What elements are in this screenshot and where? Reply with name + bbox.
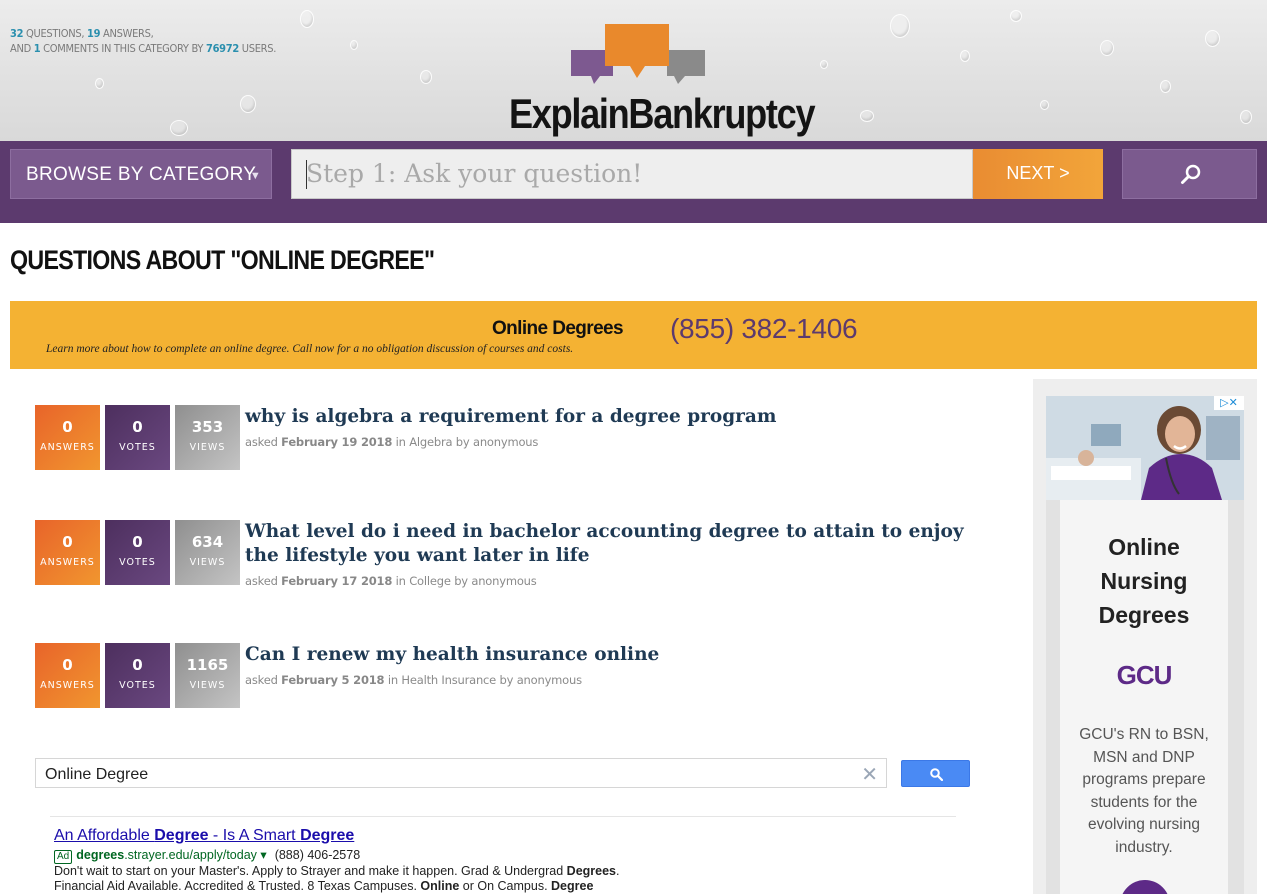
raindrop	[300, 10, 314, 28]
banner-title: Online Degrees	[492, 318, 624, 339]
search-button[interactable]	[1122, 149, 1257, 199]
text-ad: An Affordable Degree - Is A Smart Degree…	[54, 827, 954, 894]
adchoices-icon[interactable]: ▷✕	[1214, 396, 1244, 410]
caret-down-icon: ▼	[249, 170, 261, 182]
raindrop	[95, 78, 104, 89]
question-title-link[interactable]: why is algebra a requirement for a degre…	[245, 405, 985, 429]
ask-question-placeholder: Step 1: Ask your question!	[306, 159, 643, 188]
question-meta: asked February 17 2018 in College by ano…	[245, 574, 537, 588]
votes-badge: 0 VOTES	[105, 643, 170, 708]
divider	[50, 816, 956, 817]
raindrop	[960, 50, 970, 62]
custom-search-input[interactable]: Online Degree ✕	[35, 758, 887, 788]
raindrop	[1160, 80, 1171, 93]
raindrop	[1010, 10, 1022, 22]
ad-tag: Ad	[54, 850, 73, 864]
nurse-illustration-icon	[1046, 396, 1244, 500]
category-stats: 32 QUESTIONS, 19 ANSWERS, AND 1 COMMENTS…	[10, 26, 276, 56]
users-label: USERS.	[241, 42, 277, 55]
banner-description: Learn more about how to complete an onli…	[46, 343, 574, 355]
comments-label: COMMENTS IN THIS CATEGORY BY	[43, 42, 204, 55]
promo-banner[interactable]: Online Degrees Learn more about how to c…	[10, 301, 1257, 369]
ad-description-line: Don't wait to start on your Master's. Ap…	[54, 864, 620, 878]
chevron-down-icon[interactable]: ▾	[260, 848, 266, 862]
raindrop	[860, 110, 874, 122]
question-date: February 17 2018	[281, 574, 393, 588]
answers-badge: 0 ANSWERS	[35, 520, 100, 585]
display-ad[interactable]: ▷✕ Online Nursing Degrees GCU GCU's RN t…	[1046, 396, 1244, 894]
question-title-link[interactable]: Can I renew my health insurance online	[245, 643, 985, 667]
ad-description-line: Financial Aid Available. Accredited & Tr…	[54, 879, 594, 893]
author: anonymous	[472, 435, 539, 449]
question-title-link[interactable]: What level do i need in bachelor account…	[245, 520, 985, 568]
question-date: February 19 2018	[281, 435, 393, 449]
views-badge: 634 VIEWS	[175, 520, 240, 585]
question-item: 0 ANSWERS 0 VOTES 353 VIEWS why is algebra …	[35, 405, 995, 471]
category-link[interactable]: College	[409, 574, 451, 588]
close-icon[interactable]: ✕	[861, 762, 878, 787]
browse-category-label: BROWSE BY CATEGORY	[26, 164, 257, 185]
ad-title-link[interactable]: An Affordable Degree - Is A Smart Degree	[54, 827, 954, 845]
question-meta: asked February 19 2018 in Algebra by ano…	[245, 435, 539, 449]
raindrop	[1100, 40, 1114, 56]
author: anonymous	[471, 574, 537, 588]
search-input-value: Online Degree	[45, 766, 149, 783]
ad-phone[interactable]: (888) 406-2578	[275, 848, 360, 862]
questions-label: QUESTIONS,	[26, 27, 85, 40]
site-header: 32 QUESTIONS, 19 ANSWERS, AND 1 COMMENTS…	[0, 0, 1267, 141]
raindrop	[890, 14, 910, 38]
logo-bubbles-icon[interactable]	[570, 22, 710, 88]
page-title: QUESTIONS ABOUT "ONLINE DEGREE"	[10, 245, 435, 275]
views-badge: 1165 VIEWS	[175, 643, 240, 708]
raindrop	[1040, 100, 1049, 110]
browse-category-dropdown[interactable]: BROWSE BY CATEGORY ▼	[10, 149, 272, 199]
navigation-bar: BROWSE BY CATEGORY ▼ Step 1: Ask your qu…	[0, 141, 1267, 223]
ad-url[interactable]: Ad degrees.strayer.edu/apply/today ▾ (888)…	[54, 847, 954, 864]
category-link[interactable]: Health Insurance	[401, 673, 496, 687]
answers-label: ANSWERS,	[103, 27, 154, 40]
raindrop	[240, 95, 256, 113]
site-logo[interactable]: ExplainBankruptcy	[509, 90, 816, 138]
gcu-logo: GCU	[1116, 660, 1173, 690]
next-button[interactable]: NEXT >	[973, 149, 1103, 199]
custom-search-button[interactable]	[901, 760, 970, 787]
author: anonymous	[516, 673, 582, 687]
raindrop	[1240, 110, 1252, 124]
answers-badge: 0 ANSWERS	[35, 643, 100, 708]
question-date: February 5 2018	[281, 673, 385, 687]
comments-count: 1	[33, 42, 41, 55]
raindrop	[820, 60, 828, 69]
raindrop	[420, 70, 432, 84]
question-item: 0 ANSWERS 0 VOTES 1165 VIEWS Can I renew my…	[35, 643, 995, 709]
ad-headline: Online Nursing Degrees	[1098, 534, 1190, 628]
answers-count: 19	[87, 27, 101, 40]
raindrop	[170, 120, 188, 136]
nurse-photo: ▷✕	[1046, 396, 1244, 500]
raindrop	[350, 40, 358, 50]
question-meta: asked February 5 2018 in Health Insuranc…	[245, 673, 582, 687]
votes-badge: 0 VOTES	[105, 405, 170, 470]
raindrop	[1205, 30, 1220, 47]
banner-phone[interactable]: (855) 382-1406	[670, 313, 858, 345]
sidebar-ad-container: ▷✕ Online Nursing Degrees GCU GCU's RN t…	[1033, 379, 1257, 894]
category-link[interactable]: Algebra	[409, 435, 452, 449]
and-label: AND	[10, 42, 31, 55]
ad-cta-circle[interactable]	[1120, 880, 1170, 894]
questions-count: 32	[10, 27, 24, 40]
ad-body-text: GCU's RN to BSN, MSN and DNP programs pr…	[1079, 726, 1209, 856]
search-icon	[1181, 164, 1201, 184]
users-count: 76972	[205, 42, 239, 55]
question-item: 0 ANSWERS 0 VOTES 634 VIEWS What level do i…	[35, 520, 995, 588]
answers-badge: 0 ANSWERS	[35, 405, 100, 470]
search-icon	[930, 768, 943, 781]
views-badge: 353 VIEWS	[175, 405, 240, 470]
text-cursor	[306, 160, 307, 189]
ask-question-input[interactable]: Step 1: Ask your question!	[291, 149, 973, 199]
votes-badge: 0 VOTES	[105, 520, 170, 585]
ad-card: Online Nursing Degrees GCU GCU's RN to B…	[1060, 500, 1228, 894]
